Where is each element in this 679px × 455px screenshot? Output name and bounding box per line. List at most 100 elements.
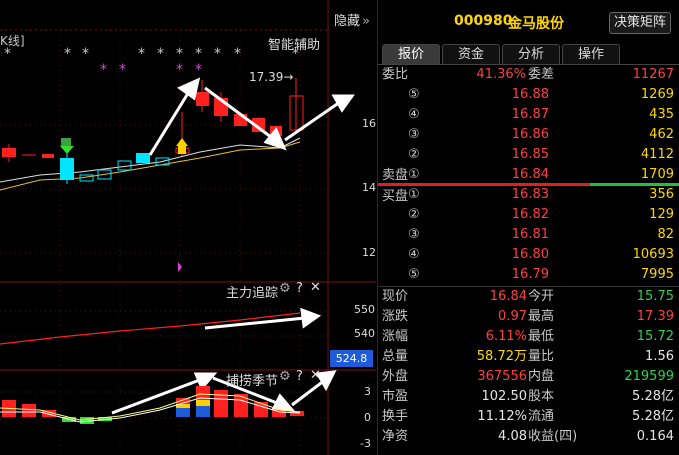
tab-operations[interactable]: 操作 [562, 44, 620, 65]
sell-volume: 462 [649, 127, 674, 142]
tab-quote[interactable]: 报价 [382, 44, 440, 65]
stat-value: 367556 [477, 369, 527, 384]
high-price-note: 17.39→ [249, 70, 294, 84]
svg-text:*: * [234, 46, 241, 62]
warning-signal-icon [176, 138, 188, 154]
sell-row[interactable]: ⑤ 16.88 1269 [378, 85, 679, 105]
sell-level-index: ② [408, 147, 420, 162]
buy-row[interactable]: ③ 16.81 82 [378, 225, 679, 245]
stat-label: 今开 [528, 289, 555, 304]
stat-row: 现价 16.84 今开 15.75 [378, 287, 679, 307]
help-icon[interactable]: ? [296, 281, 303, 296]
buy-row[interactable]: ④ 16.80 10693 [378, 245, 679, 265]
svg-text:*: * [195, 62, 202, 78]
sell-volume: 1709 [640, 167, 674, 182]
sell-price: 16.88 [511, 87, 549, 102]
stat-value: 1.56 [645, 349, 674, 364]
buy-level-index: ⑤ [408, 267, 420, 282]
chart-area[interactable]: * * * * * * * * * * * * * * K线] 隐藏 » 智能辅… [0, 0, 376, 455]
sell-level-index: ④ [408, 107, 420, 122]
stat-value: 15.75 [636, 289, 674, 304]
stat-row: 总量 58.72万 量比 1.56 [378, 347, 679, 367]
sell-row[interactable]: ① 16.84 1709 [378, 165, 679, 185]
svg-text:*: * [176, 62, 183, 78]
sell-price: 16.86 [511, 127, 549, 142]
stat-value: 16.84 [489, 289, 527, 304]
axis-label-16: 16 [362, 117, 376, 130]
season-bars [2, 386, 304, 424]
svg-text:*: * [138, 46, 145, 62]
sell-row[interactable]: ② 16.85 4112 [378, 145, 679, 165]
buy-row[interactable]: ⑤ 16.79 7995 [378, 265, 679, 285]
buy-level-index: ① [408, 187, 420, 202]
stat-row: 涨幅 6.11% 最低 15.72 [378, 327, 679, 347]
sell-volume: 1269 [640, 87, 674, 102]
stat-value: 219599 [624, 369, 674, 384]
tab-funds[interactable]: 资金 [442, 44, 500, 65]
stat-label: 最低 [528, 329, 555, 344]
stat-label: 总量 [382, 349, 409, 364]
sub1-axis-540: 540 [354, 327, 375, 340]
chart-type-label: K线] [0, 34, 25, 48]
main-force-line [0, 312, 301, 345]
stat-label: 量比 [528, 349, 555, 364]
signal-stars: * * * * * * * * * * [4, 46, 299, 62]
sub2-axis-neg3: -3 [360, 437, 371, 450]
svg-text:*: * [195, 46, 202, 62]
stat-value: 4.08 [498, 429, 527, 444]
hide-label: 隐藏 [334, 14, 361, 29]
stat-value: 5.28亿 [632, 409, 674, 424]
sub1-title[interactable]: 主力追踪 [226, 282, 278, 301]
stat-label: 净资 [382, 429, 409, 444]
stat-value: 5.28亿 [632, 389, 674, 404]
candles [2, 78, 304, 184]
sell-row[interactable]: ④ 16.87 435 [378, 105, 679, 125]
buy-volume: 7995 [640, 267, 674, 282]
sell-row[interactable]: ③ 16.86 462 [378, 125, 679, 145]
buy-price: 16.81 [511, 227, 549, 242]
sell-label: 卖盘 [382, 168, 409, 183]
buy-volume: 356 [649, 187, 674, 202]
stat-value: 102.50 [481, 389, 528, 404]
svg-text:*: * [157, 46, 164, 62]
sub1-axis-550: 550 [354, 303, 375, 316]
ma-line-1 [0, 141, 301, 191]
stat-value: 0.97 [498, 309, 527, 324]
stock-name: 金马股份 [508, 16, 564, 32]
sell-price: 16.87 [511, 107, 549, 122]
sell-volume: 4112 [640, 147, 674, 162]
svg-text:*: * [100, 62, 107, 78]
stat-label: 现价 [382, 289, 409, 304]
order-ratio-value: 41.36% [476, 67, 526, 82]
gear-icon[interactable]: ⚙ [279, 281, 291, 296]
kline-chart[interactable]: * * * * * * * * * * * * * * [0, 0, 376, 455]
buy-level-index: ② [408, 207, 420, 222]
stat-label: 涨幅 [382, 329, 409, 344]
svg-text:*: * [214, 46, 221, 62]
svg-text:*: * [119, 62, 126, 78]
indicator-main-label[interactable]: 智能辅助 [268, 34, 320, 53]
sell-volume: 435 [649, 107, 674, 122]
buy-volume: 10693 [632, 247, 674, 262]
hide-button[interactable]: 隐藏» [334, 10, 370, 29]
stat-value: 6.11% [485, 329, 527, 344]
buy-volume: 129 [649, 207, 674, 222]
stat-label: 股本 [528, 389, 555, 404]
annotation-arrows [111, 77, 355, 415]
help-icon[interactable]: ? [296, 369, 303, 384]
svg-text:*: * [64, 46, 71, 62]
decision-matrix-button[interactable]: 决策矩阵 [609, 12, 671, 34]
buy-price: 16.79 [511, 267, 549, 282]
close-icon[interactable]: ✕ [310, 368, 321, 383]
sell-price: 16.84 [511, 167, 549, 182]
tab-analysis[interactable]: 分析 [502, 44, 560, 65]
buy-price: 16.83 [511, 187, 549, 202]
magenta-stars: * * * * [100, 62, 202, 78]
sub2-title[interactable]: 捕捞季节 [226, 370, 278, 389]
stat-value: 15.72 [636, 329, 674, 344]
close-icon[interactable]: ✕ [310, 280, 321, 295]
sub2-axis-0: 0 [364, 411, 371, 424]
gear-icon[interactable]: ⚙ [279, 369, 291, 384]
buy-row[interactable]: ① 16.83 356 [378, 185, 679, 205]
buy-row[interactable]: ② 16.82 129 [378, 205, 679, 225]
